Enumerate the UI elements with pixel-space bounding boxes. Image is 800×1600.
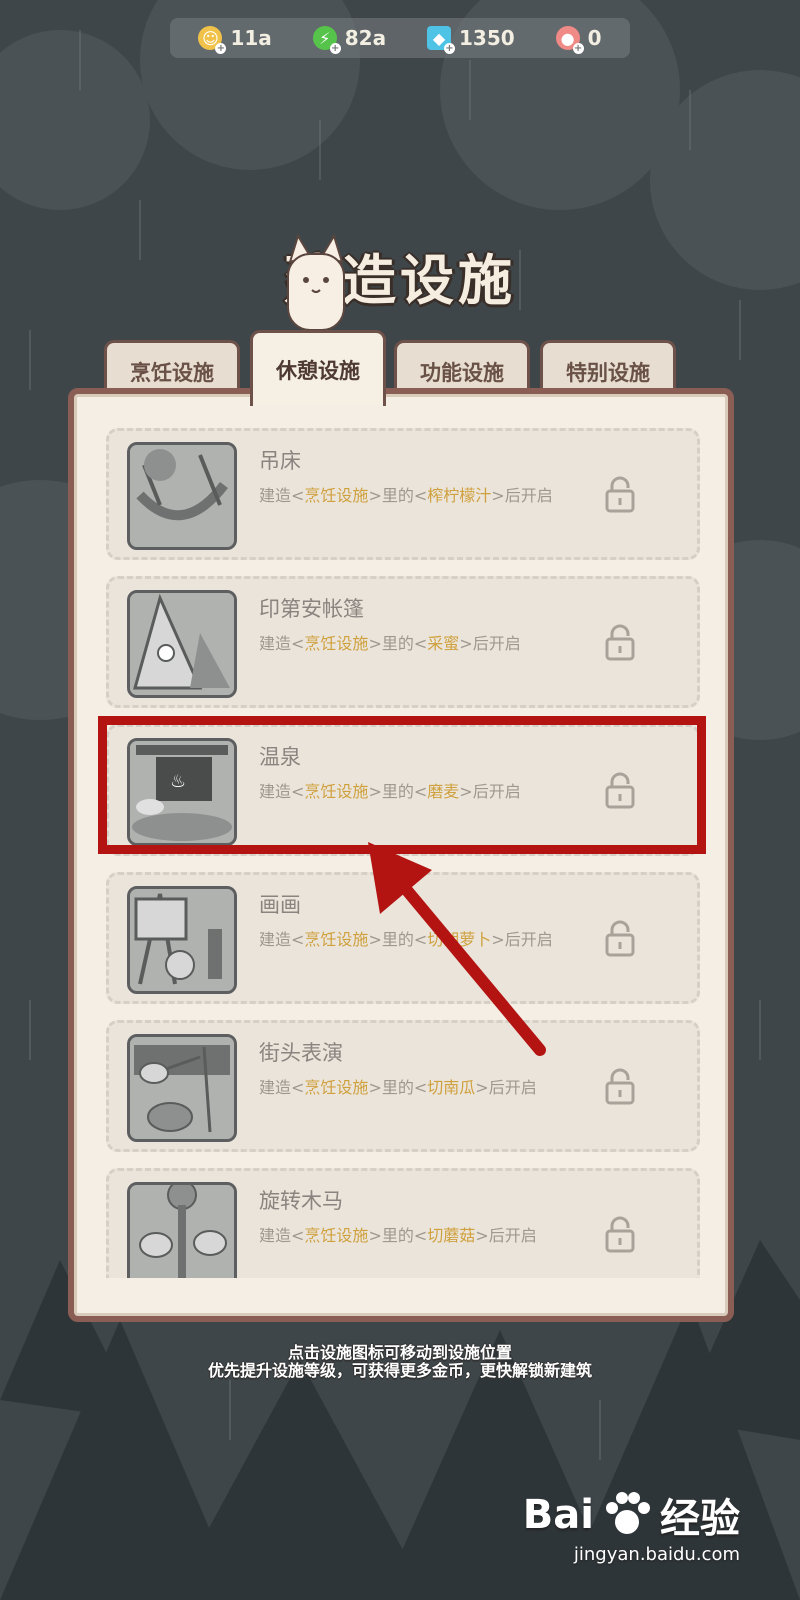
- diamond-value: 1350: [459, 26, 515, 50]
- lock-icon: [605, 476, 635, 513]
- painting-thumbnail-icon[interactable]: [127, 886, 237, 994]
- lock-icon: [605, 624, 635, 661]
- carousel-thumbnail-icon[interactable]: [127, 1182, 237, 1278]
- lock-icon: [605, 1216, 635, 1253]
- cat-mascot-icon: [287, 233, 345, 331]
- facility-item-carousel[interactable]: 旋转木马 建造<烹饪设施>里的<切蘑菇>后开启: [106, 1168, 700, 1278]
- facility-name: 旋转木马: [259, 1189, 343, 1213]
- energy-icon: ⚡ +: [312, 26, 341, 54]
- currency-energy[interactable]: ⚡ + 82a: [312, 26, 387, 54]
- paw-icon: [606, 1492, 650, 1534]
- watermark-brand: Bai: [522, 1492, 594, 1538]
- facility-requirement: 建造<烹饪设施>里的<切南瓜>后开启: [259, 1078, 537, 1097]
- currency-diamond[interactable]: ◆ + 1350: [427, 26, 515, 54]
- currency-coin[interactable]: ☺ + 11a: [198, 26, 272, 54]
- currency-bar: ☺ + 11a ⚡ + 82a ◆ + 1350 ● + 0: [170, 18, 630, 58]
- facility-name: 印第安帐篷: [259, 597, 364, 621]
- facility-name: 吊床: [259, 449, 301, 473]
- facility-item-teepee[interactable]: 印第安帐篷 建造<烹饪设施>里的<采蜜>后开启: [106, 576, 700, 708]
- tip-line-1: 点击设施图标可移动到设施位置: [287, 1343, 512, 1362]
- watermark-brand-2: 经验: [660, 1496, 740, 1542]
- facility-requirement: 建造<烹饪设施>里的<切蘑菇>后开启: [259, 1226, 537, 1245]
- tips-text: 点击设施图标可移动到设施位置 优先提升设施等级，可获得更多金币，更快解锁新建筑: [0, 1344, 800, 1380]
- coin-icon: ☺ +: [198, 26, 227, 54]
- diamond-icon: ◆ +: [427, 26, 455, 54]
- facility-requirement: 建造<烹饪设施>里的<榨柠檬汁>后开启: [259, 486, 553, 505]
- facility-item-hammock[interactable]: 吊床 建造<烹饪设施>里的<榨柠檬汁>后开启: [106, 428, 700, 560]
- tab-rest[interactable]: 休憩设施: [250, 330, 386, 406]
- hammock-thumbnail-icon[interactable]: [127, 442, 237, 550]
- energy-value: 82a: [344, 26, 387, 50]
- facility-name: 街头表演: [259, 1041, 343, 1065]
- street-performance-thumbnail-icon[interactable]: [127, 1034, 237, 1142]
- coin-value: 11a: [230, 26, 272, 50]
- pointer-arrow-icon: [368, 842, 546, 1056]
- donut-value: 0: [587, 26, 602, 50]
- tip-line-2: 优先提升设施等级，可获得更多金币，更快解锁新建筑: [207, 1361, 592, 1380]
- facility-requirement: 建造<烹饪设施>里的<采蜜>后开启: [259, 634, 521, 653]
- facility-name: 画画: [259, 893, 301, 917]
- page-title: 建造设施: [284, 249, 516, 312]
- teepee-thumbnail-icon[interactable]: [127, 590, 237, 698]
- lock-icon: [605, 920, 635, 957]
- watermark-url: jingyan.baidu.com: [573, 1544, 740, 1565]
- lock-icon: [605, 1068, 635, 1105]
- baidu-watermark: Bai 经验: [523, 1486, 740, 1544]
- currency-donut[interactable]: ● + 0: [555, 26, 602, 54]
- donut-icon: ● +: [555, 26, 584, 54]
